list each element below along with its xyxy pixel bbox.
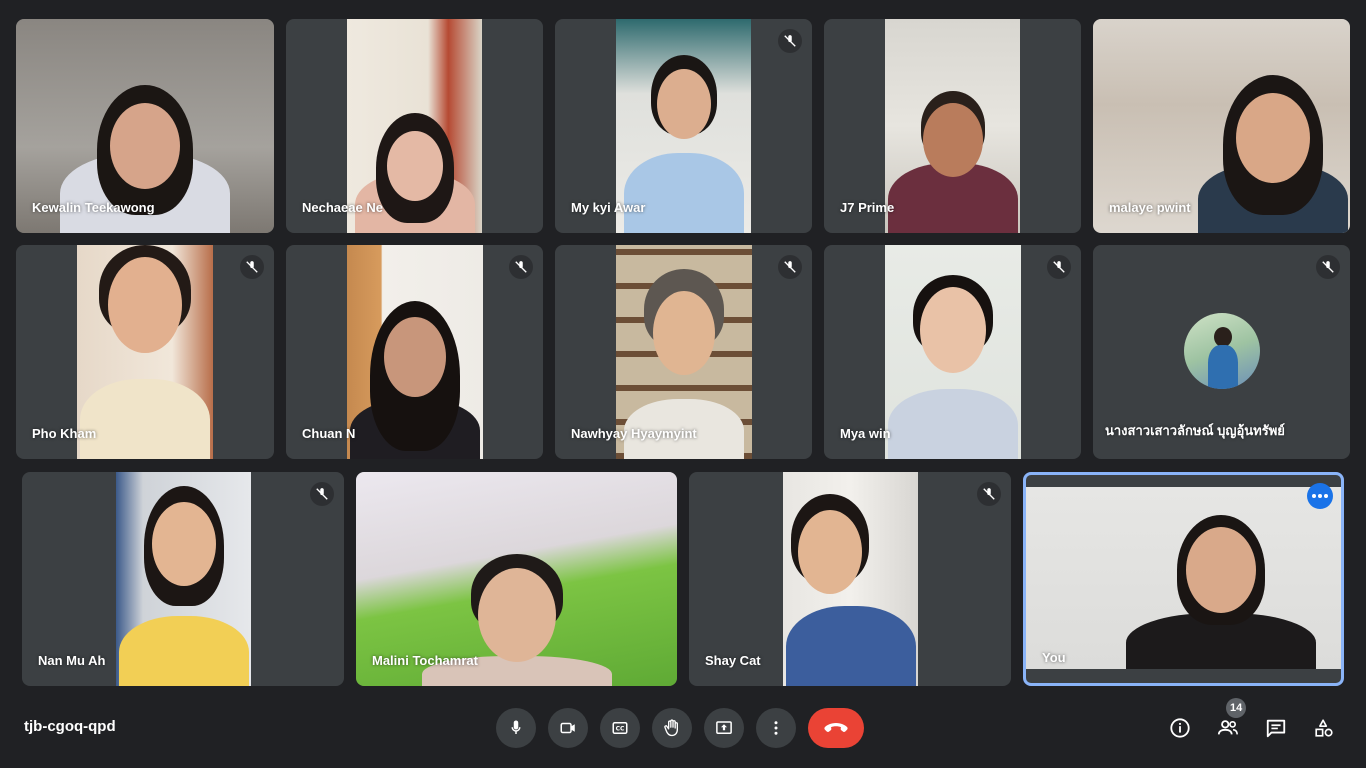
participant-avatar [1183, 313, 1260, 389]
hand-icon [664, 719, 678, 737]
participant-tile[interactable]: Kewalin Teekawong [16, 19, 274, 233]
info-icon [1170, 718, 1190, 738]
participant-video [783, 472, 918, 686]
more-options-button[interactable] [1307, 483, 1333, 509]
participant-tile[interactable]: Mya win [824, 245, 1081, 459]
mic-off-icon [240, 255, 264, 279]
camera-button[interactable] [548, 708, 588, 748]
mic-off-icon [778, 255, 802, 279]
microphone-button[interactable] [496, 708, 536, 748]
participant-name: Kewalin Teekawong [32, 200, 155, 215]
participant-video [77, 245, 213, 459]
present-screen-icon [716, 721, 732, 734]
svg-text:CC: CC [616, 726, 625, 733]
self-video [1026, 487, 1341, 669]
activities-icon [1315, 719, 1333, 737]
participant-video [885, 19, 1020, 233]
participant-tile[interactable]: Shay Cat [689, 472, 1011, 686]
participant-name: Shay Cat [705, 653, 761, 668]
participant-tile[interactable]: Malini Tochamrat [356, 472, 677, 686]
participant-name: J7 Prime [840, 200, 895, 215]
chat-icon [1266, 719, 1286, 738]
meeting-info-button[interactable] [1164, 712, 1196, 744]
participant-tile[interactable]: My kyi Awar [555, 19, 812, 233]
participant-count-badge: 14 [1226, 698, 1247, 718]
participant-name: Pho Kham [32, 426, 97, 441]
chat-button[interactable] [1260, 712, 1292, 744]
activities-button[interactable] [1308, 712, 1340, 744]
participant-name: Nechaeae Ne [302, 200, 383, 215]
present-button[interactable] [704, 708, 744, 748]
participant-name: นางสาวเสาวลักษณ์ บุญอุ้นทรัพย์ [1105, 423, 1285, 438]
mic-off-icon [310, 482, 334, 506]
participant-tile[interactable]: J7 Prime [824, 19, 1081, 233]
mic-off-icon [509, 255, 533, 279]
self-tile[interactable]: You [1023, 472, 1344, 686]
meeting-code: tjb-cgoq-qpd [24, 718, 116, 735]
participant-name: Malini Tochamrat [372, 653, 478, 668]
participant-name: malaye pwint [1109, 200, 1191, 215]
end-call-icon [824, 723, 848, 732]
participant-name: You [1042, 650, 1066, 665]
raise-hand-button[interactable] [652, 708, 692, 748]
participant-tile[interactable]: นางสาวเสาวลักษณ์ บุญอุ้นทรัพย์ [1093, 245, 1350, 459]
participant-video [116, 472, 251, 686]
participant-video [885, 245, 1021, 459]
mic-off-icon [977, 482, 1001, 506]
mic-off-icon [778, 29, 802, 53]
captions-button[interactable]: CC [600, 708, 640, 748]
participant-tile[interactable]: Nan Mu Ah [22, 472, 344, 686]
participant-name: Nan Mu Ah [38, 653, 106, 668]
mic-off-icon [1316, 255, 1340, 279]
more-vert-icon [774, 721, 778, 735]
mic-off-icon [1047, 255, 1071, 279]
camera-icon [560, 722, 575, 734]
participant-tile[interactable]: Nawhyay Hyaymyint [555, 245, 812, 459]
participant-tile[interactable]: Chuan N [286, 245, 543, 459]
participant-name: Chuan N [302, 426, 356, 441]
participant-tile[interactable]: malaye pwint [1093, 19, 1350, 233]
participant-video [347, 245, 483, 459]
people-button[interactable]: 14 [1212, 698, 1247, 744]
people-icon [1217, 720, 1238, 735]
leave-call-button[interactable] [808, 708, 864, 748]
captions-icon: CC [612, 722, 628, 734]
microphone-icon [511, 720, 521, 734]
participant-name: My kyi Awar [571, 200, 646, 215]
participant-name: Mya win [840, 426, 891, 441]
participant-name: Nawhyay Hyaymyint [571, 426, 697, 441]
participant-tile[interactable]: Pho Kham [16, 245, 274, 459]
more-options-button[interactable] [756, 708, 796, 748]
participant-tile[interactable]: Nechaeae Ne [286, 19, 543, 233]
